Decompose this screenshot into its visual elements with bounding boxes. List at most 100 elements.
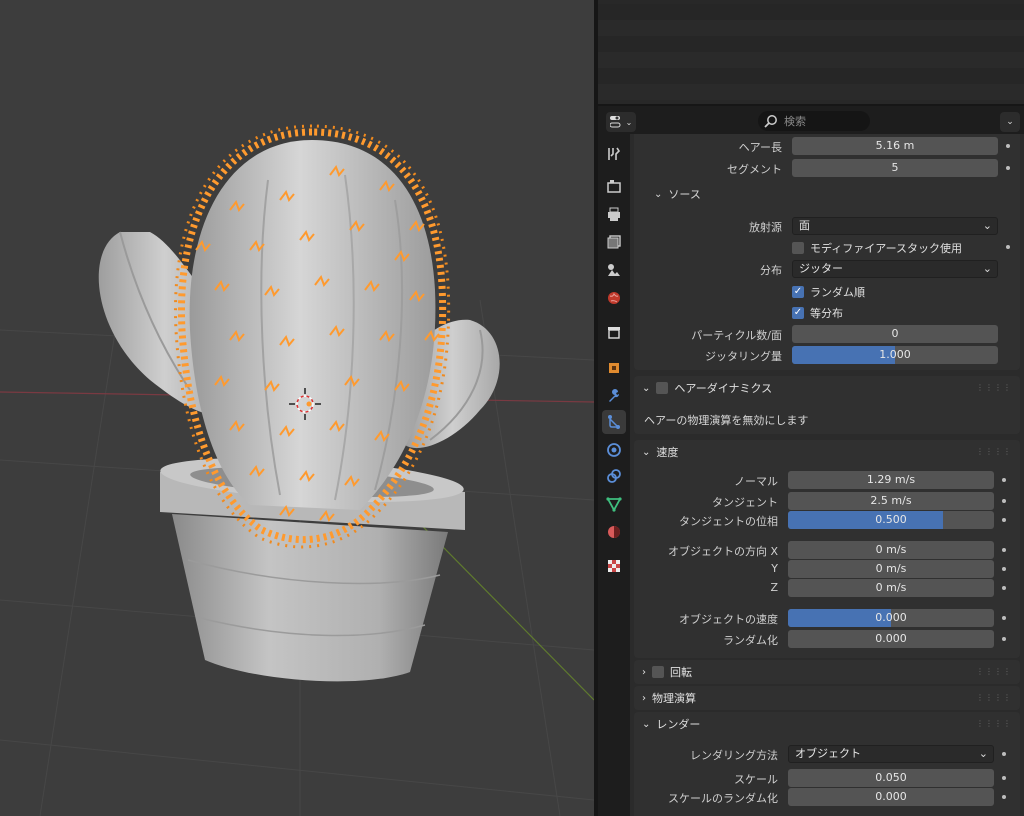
jittering-amount-row: ジッタリング量 1.000 — [634, 345, 1024, 365]
chevron-down-icon: ⌄ — [978, 747, 988, 760]
texture-icon[interactable] — [602, 554, 626, 578]
tool-icon[interactable] — [602, 142, 626, 166]
collection-icon[interactable] — [602, 320, 626, 344]
hair-dynamics-header[interactable]: ⌄ ヘアーダイナミクス ⋮⋮⋮⋮ — [634, 376, 1020, 400]
velocity-title: 速度 — [656, 446, 679, 459]
chevron-down-icon: ⌄ — [1006, 117, 1014, 127]
render-as-label: レンダリング方法 — [690, 749, 778, 762]
tangent-phase-slider[interactable]: 0.500 — [788, 511, 994, 529]
normal-field[interactable]: 1.29 m/s — [788, 471, 994, 489]
keyframe-dot[interactable] — [1002, 548, 1006, 552]
emit-from-select[interactable]: 面 ⌄ — [792, 217, 998, 235]
properties-content[interactable]: ヘアー長 5.16 m セグメント 5 ⌄ ソース 放射源 面 ⌄ モディファイア… — [630, 134, 1024, 816]
output-icon[interactable] — [602, 202, 626, 226]
modifier-icon[interactable] — [602, 384, 626, 408]
keyframe-dot[interactable] — [1002, 586, 1006, 590]
chevron-right-icon: › — [642, 692, 646, 704]
tangent-phase-row: タンジェントの位相 0.500 — [630, 510, 1024, 530]
particles-per-face-row: パーティクル数/面 0 — [634, 324, 1024, 344]
chevron-right-icon: › — [642, 666, 646, 678]
constraints-icon[interactable] — [602, 464, 626, 488]
chevron-down-icon: ⌄ — [982, 262, 992, 275]
random-order-checkbox[interactable]: ✓ ランダム順 — [792, 284, 865, 300]
source-title: ソース — [668, 188, 701, 201]
editor-type-button[interactable]: ⌄ — [606, 112, 636, 132]
checkmark-icon: ✓ — [792, 286, 804, 298]
normal-label: ノーマル — [734, 475, 778, 488]
keyframe-dot[interactable] — [1002, 795, 1006, 799]
object-origin-icon — [306, 401, 312, 407]
rotation-header[interactable]: › 回転 ⋮⋮⋮⋮ — [634, 660, 1020, 684]
use-modifier-stack-checkbox[interactable]: モディファイアースタック使用 — [792, 240, 962, 256]
object-y-field[interactable]: 0 m/s — [788, 560, 994, 578]
object-icon[interactable] — [602, 356, 626, 380]
hair-length-field[interactable]: 5.16 m — [792, 137, 998, 155]
keyframe-dot[interactable] — [1006, 245, 1010, 249]
hair-dynamics-checkbox[interactable] — [656, 382, 669, 394]
scale-label: スケール — [734, 773, 778, 786]
options-dropdown-button[interactable]: ⌄ — [1000, 112, 1020, 132]
object-velocity-label: オブジェクトの速度 — [679, 613, 778, 626]
keyframe-dot[interactable] — [1002, 637, 1006, 641]
object-velocity-slider[interactable]: 0.000 — [788, 609, 994, 627]
particles-icon[interactable] — [602, 410, 626, 434]
keyframe-dot[interactable] — [1002, 567, 1006, 571]
keyframe-dot[interactable] — [1002, 499, 1006, 503]
rotation-checkbox[interactable] — [652, 666, 664, 678]
randomize-field[interactable]: 0.000 — [788, 630, 994, 648]
physics-icon[interactable] — [602, 438, 626, 462]
drag-handle-icon[interactable]: ⋮⋮⋮⋮ — [976, 719, 1012, 728]
properties-editor-icon — [609, 116, 621, 128]
render-as-select[interactable]: オブジェクト ⌄ — [788, 745, 994, 763]
particles-per-face-field[interactable]: 0 — [792, 325, 998, 343]
chevron-down-icon: ⌄ — [654, 188, 663, 200]
render-header[interactable]: ⌄ レンダー ⋮⋮⋮⋮ — [634, 712, 1020, 736]
distribution-row: 分布 ジッター ⌄ — [634, 259, 1024, 279]
search-placeholder: 検索 — [784, 115, 806, 128]
data-icon[interactable] — [602, 492, 626, 516]
scale-random-field[interactable]: 0.000 — [788, 788, 994, 806]
keyframe-dot[interactable] — [1002, 518, 1006, 522]
material-icon[interactable] — [602, 520, 626, 544]
source-subpanel-header[interactable]: ⌄ ソース — [654, 186, 701, 202]
object-z-field[interactable]: 0 m/s — [788, 579, 994, 597]
render-icon[interactable] — [602, 174, 626, 198]
keyframe-dot[interactable] — [1002, 776, 1006, 780]
search-input[interactable]: 検索 — [758, 111, 870, 131]
use-modifier-stack-row: モディファイアースタック使用 — [634, 237, 1024, 257]
tangent-label: タンジェント — [712, 496, 778, 509]
object-x-label: オブジェクトの方向 X — [667, 545, 778, 558]
segments-label: セグメント — [727, 163, 782, 176]
tangent-field[interactable]: 2.5 m/s — [788, 492, 994, 510]
scale-field[interactable]: 0.050 — [788, 769, 994, 787]
drag-handle-icon[interactable]: ⋮⋮⋮⋮ — [976, 667, 1012, 676]
world-icon[interactable] — [602, 286, 626, 310]
viewport-scene — [0, 124, 594, 816]
velocity-header[interactable]: ⌄ 速度 ⋮⋮⋮⋮ — [634, 440, 1020, 464]
3d-viewport[interactable] — [0, 0, 594, 816]
chevron-down-icon: ⌄ — [982, 219, 992, 232]
randomize-row: ランダム化 0.000 — [630, 629, 1024, 649]
scene-icon[interactable] — [602, 258, 626, 282]
even-distribution-checkbox[interactable]: ✓ 等分布 — [792, 305, 843, 321]
jittering-amount-slider[interactable]: 1.000 — [792, 346, 998, 364]
outliner-panel[interactable] — [598, 0, 1024, 104]
distribution-select[interactable]: ジッター ⌄ — [792, 260, 998, 278]
keyframe-dot[interactable] — [1006, 166, 1010, 170]
drag-handle-icon[interactable]: ⋮⋮⋮⋮ — [976, 693, 1012, 702]
jittering-amount-label: ジッタリング量 — [705, 350, 782, 363]
drag-handle-icon[interactable]: ⋮⋮⋮⋮ — [976, 383, 1012, 392]
view-layer-icon[interactable] — [602, 230, 626, 254]
keyframe-dot[interactable] — [1002, 616, 1006, 620]
keyframe-dot[interactable] — [1006, 144, 1010, 148]
scale-random-label: スケールのランダム化 — [668, 792, 778, 805]
segments-field[interactable]: 5 — [792, 159, 998, 177]
properties-header: ⌄ 検索 ⌄ — [598, 104, 1024, 134]
tangent-row: タンジェント 2.5 m/s — [630, 491, 1024, 511]
keyframe-dot[interactable] — [1002, 752, 1006, 756]
object-x-field[interactable]: 0 m/s — [788, 541, 994, 559]
keyframe-dot[interactable] — [1002, 478, 1006, 482]
search-icon — [764, 115, 777, 128]
drag-handle-icon[interactable]: ⋮⋮⋮⋮ — [976, 447, 1012, 456]
physics-header[interactable]: › 物理演算 ⋮⋮⋮⋮ — [634, 686, 1020, 710]
